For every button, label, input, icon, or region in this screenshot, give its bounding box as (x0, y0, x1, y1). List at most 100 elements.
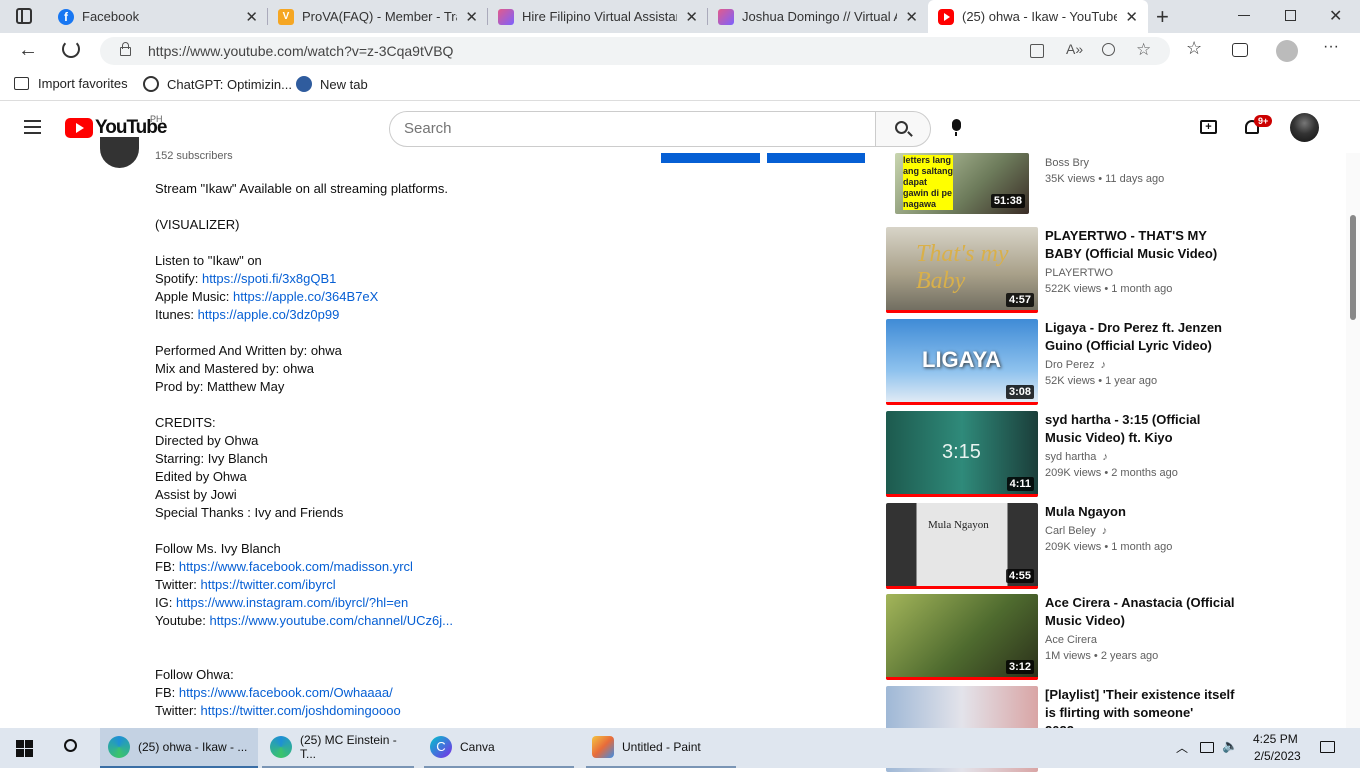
watched-progress-bar (886, 494, 1038, 497)
volume-icon[interactable]: 🔈 (1222, 738, 1238, 754)
thumbnail-text: 3:15 (942, 441, 981, 463)
settings-menu-icon[interactable]: ··· (1323, 38, 1339, 56)
create-video-icon[interactable]: + (1200, 120, 1217, 134)
related-video-item[interactable]: LIGAYA 3:08 Ligaya - Dro Perez ft. Jenzen … (886, 319, 1346, 405)
thumbnail-text: That's my Baby (916, 241, 1009, 294)
back-icon[interactable]: ← (18, 39, 38, 62)
close-icon[interactable]: ✕ (1125, 8, 1138, 26)
menu-icon[interactable] (24, 120, 41, 134)
video-thumbnail[interactable]: Mula Ngayon 4:55 (886, 503, 1038, 589)
zoom-icon[interactable] (1102, 43, 1115, 56)
video-meta: 35K views • 11 days ago (1045, 173, 1164, 185)
app-available-icon[interactable] (1030, 44, 1044, 58)
taskbar-item-canva[interactable]: C Canva (424, 728, 574, 768)
favorites-icon[interactable]: ☆ (1186, 38, 1202, 59)
description-link[interactable]: https://twitter.com/ibyrcl (201, 577, 336, 592)
video-thumbnail[interactable]: letters lang ang saltang dapat gawin di … (895, 153, 1029, 214)
search-box (389, 111, 876, 147)
description-link[interactable]: https://www.instagram.com/ibyrcl/?hl=en (176, 595, 408, 610)
taskbar-item-edge-mc-einstein[interactable]: (25) MC Einstein - T... (262, 728, 414, 768)
video-thumbnail[interactable]: LIGAYA 3:08 (886, 319, 1038, 405)
clock-time[interactable]: 4:25 PM (1253, 732, 1298, 746)
upload-age: 1 year ago (1105, 375, 1158, 387)
clock-date[interactable]: 2/5/2023 (1254, 749, 1301, 763)
description-link[interactable]: https://apple.co/364B7eX (233, 289, 378, 304)
upload-age: 2 months ago (1111, 467, 1178, 479)
favorites-bar: Import favorites ChatGPT: Optimizin... N… (0, 69, 1360, 101)
description-text: Prod by: Matthew May (155, 379, 285, 394)
video-duration: 4:11 (1006, 477, 1034, 491)
video-title[interactable]: syd hartha - 3:15 (Official Music Video)… (1045, 411, 1235, 447)
favorite-import[interactable]: Import favorites (14, 76, 128, 91)
description-text: Follow Ohwa: (155, 667, 234, 682)
video-title[interactable]: Mula Ngayon (1045, 503, 1235, 521)
scrollbar-thumb[interactable] (1350, 215, 1356, 320)
favorite-new-tab[interactable]: New tab (296, 76, 368, 92)
related-video-item[interactable]: Mula Ngayon 4:55 Mula Ngayon Carl Beley ♪ 209… (886, 503, 1346, 589)
description-link[interactable]: https://www.facebook.com/madisson.yrcl (179, 559, 413, 574)
address-field[interactable]: https://www.youtube.com/watch?v=z-3Cqa9t… (100, 37, 1170, 65)
close-icon[interactable]: ✕ (465, 8, 478, 26)
tab-hire-filipino[interactable]: Hire Filipino Virtual Assistants ✕ (488, 0, 708, 33)
page-scrollbar[interactable] (1346, 153, 1360, 728)
taskbar-item-edge-youtube[interactable]: (25) ohwa - Ikaw - ... (100, 728, 258, 768)
tab-title: ProVA(FAQ) - Member - Train (302, 9, 457, 24)
description-line: Twitter: https://twitter.com/ibyrcl (155, 576, 855, 594)
tab-actions-icon[interactable] (16, 8, 32, 24)
read-aloud-icon[interactable]: A» (1066, 41, 1083, 57)
view-count: 1M views (1045, 650, 1091, 662)
related-video-item[interactable]: 3:12 Ace Cirera - Anastacia (Official Mus… (886, 594, 1346, 680)
video-channel[interactable]: Carl Beley ♪ (1045, 525, 1107, 537)
account-avatar[interactable] (1290, 113, 1319, 142)
video-thumbnail[interactable]: That's my Baby 4:57 (886, 227, 1038, 313)
add-favorite-icon[interactable]: ☆ (1136, 40, 1151, 60)
video-title[interactable]: Ligaya - Dro Perez ft. Jenzen Guino (Off… (1045, 319, 1235, 355)
new-tab-button[interactable]: + (1156, 4, 1169, 30)
channel-avatar[interactable] (100, 137, 139, 168)
microphone-icon[interactable] (952, 119, 961, 136)
related-video-item[interactable]: That's my Baby 4:57 PLAYERTWO - THAT'S MY … (886, 227, 1346, 313)
tab-facebook[interactable]: f Facebook ✕ (48, 0, 268, 33)
search-icon[interactable] (64, 739, 77, 752)
video-channel[interactable]: Dro Perez ♪ (1045, 359, 1106, 371)
start-button[interactable] (16, 740, 33, 757)
notifications-center-icon[interactable] (1320, 741, 1335, 753)
video-channel[interactable]: syd hartha ♪ (1045, 451, 1108, 463)
taskbar-item-paint[interactable]: Untitled - Paint (586, 728, 736, 768)
tab-joshua-domingo[interactable]: Joshua Domingo // Virtual Ass ✕ (708, 0, 928, 33)
video-duration: 3:12 (1005, 660, 1034, 674)
description-link[interactable]: https://twitter.com/joshdomingoooo (201, 703, 401, 718)
join-button[interactable] (661, 153, 760, 163)
video-title[interactable]: Ace Cirera - Anastacia (Official Music V… (1045, 594, 1235, 630)
subscribe-button[interactable] (767, 153, 865, 163)
tab-prova[interactable]: V ProVA(FAQ) - Member - Train ✕ (268, 0, 488, 33)
video-channel[interactable]: PLAYERTWO (1045, 267, 1113, 279)
video-channel[interactable]: Ace Cirera (1045, 634, 1097, 646)
description-text: Edited by Ohwa (155, 469, 247, 484)
description-link[interactable]: https://apple.co/3dz0p99 (198, 307, 340, 322)
tab-youtube[interactable]: (25) ohwa - Ikaw - YouTube ✕ (928, 0, 1148, 33)
close-icon[interactable]: ✕ (905, 8, 918, 26)
search-input[interactable] (404, 120, 844, 137)
collections-icon[interactable] (1232, 43, 1248, 57)
refresh-icon[interactable] (62, 40, 80, 58)
video-title[interactable]: PLAYERTWO - THAT'S MY BABY (Official Mus… (1045, 227, 1235, 263)
restore-button[interactable] (1285, 10, 1296, 21)
tab-title: Hire Filipino Virtual Assistants (522, 9, 677, 24)
video-thumbnail[interactable]: 3:15 4:11 (886, 411, 1038, 497)
related-video-item[interactable]: 3:15 4:11 syd hartha - 3:15 (Official Musi… (886, 411, 1346, 497)
description-link[interactable]: https://www.youtube.com/channel/UCz6j... (209, 613, 453, 628)
close-icon[interactable]: ✕ (685, 8, 698, 26)
description-link[interactable]: https://spoti.fi/3x8gQB1 (202, 271, 336, 286)
network-icon[interactable] (1200, 742, 1214, 753)
close-window-button[interactable]: ✕ (1329, 6, 1342, 26)
minimize-button[interactable] (1238, 15, 1250, 16)
video-thumbnail[interactable]: 3:12 (886, 594, 1038, 680)
close-icon[interactable]: ✕ (245, 8, 258, 26)
search-button[interactable] (875, 111, 931, 147)
favorite-chatgpt[interactable]: ChatGPT: Optimizin... (143, 76, 292, 92)
description-link[interactable]: https://www.facebook.com/Owhaaaa/ (179, 685, 393, 700)
show-hidden-icons[interactable]: ︿ (1176, 739, 1188, 756)
profile-avatar[interactable] (1276, 40, 1298, 62)
video-channel[interactable]: Boss Bry (1045, 157, 1089, 169)
